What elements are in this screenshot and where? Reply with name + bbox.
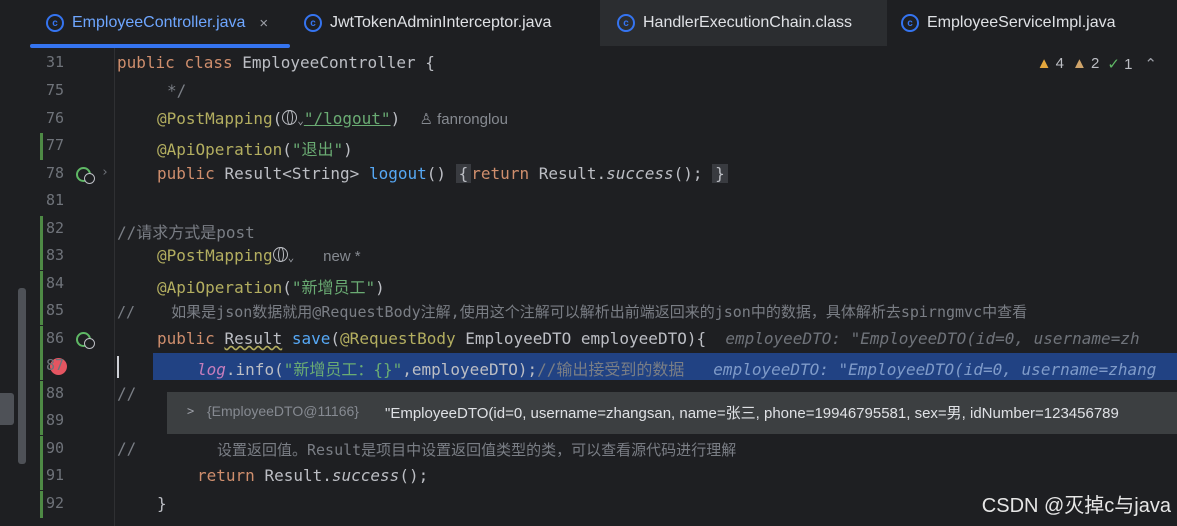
code-comment: //请求方式是post xyxy=(117,223,255,242)
line-number: 83 xyxy=(46,246,65,264)
chevron-right-icon[interactable]: › xyxy=(101,165,109,180)
vcs-change-marker[interactable] xyxy=(40,436,43,463)
code-text: @ApiOperation("新增员工") xyxy=(157,278,385,297)
object-reference: {EmployeeDTO@11166} xyxy=(207,403,359,419)
code-text: public Result<String> logout() {return R… xyxy=(157,164,728,183)
author-icon: ♙ xyxy=(419,111,438,128)
code-line-75[interactable]: 75 */ xyxy=(0,78,1177,105)
line-number: 76 xyxy=(46,109,65,127)
vcs-change-marker[interactable] xyxy=(40,298,43,325)
web-endpoint-icon[interactable] xyxy=(84,173,95,184)
code-text: public Result save(@RequestBody Employee… xyxy=(157,329,1140,348)
code-line-82[interactable]: 82 //请求方式是post xyxy=(0,216,1177,243)
code-text: @PostMapping(⌄"/logout") ♙ fanronglou xyxy=(157,109,508,128)
globe-icon[interactable] xyxy=(272,247,288,262)
debug-value-popup[interactable]: > {EmployeeDTO@11166} "EmployeeDTO(id=0,… xyxy=(167,392,1177,434)
code-comment: // xyxy=(117,384,137,403)
close-icon[interactable]: × xyxy=(259,15,268,32)
line-number: 31 xyxy=(46,53,65,71)
tab-employee-controller[interactable]: c EmployeeController.java × xyxy=(46,0,268,46)
code-comment: // 如果是json数据就用@RequestBody注解,使用这个注解可以解析出… xyxy=(117,303,1028,321)
expand-chevron-icon[interactable]: > xyxy=(187,404,194,418)
line-number: 91 xyxy=(46,466,65,484)
line-number: 75 xyxy=(46,81,65,99)
globe-icon[interactable] xyxy=(282,110,298,125)
author-name: fanronglou xyxy=(437,111,508,128)
vcs-change-marker[interactable] xyxy=(40,216,43,243)
code-line-77[interactable]: 77 @ApiOperation("退出") xyxy=(0,133,1177,160)
vcs-change-marker[interactable] xyxy=(40,491,43,518)
vcs-change-marker[interactable] xyxy=(40,271,43,298)
tab-label: EmployeeServiceImpl.java xyxy=(927,14,1116,31)
tab-label: EmployeeController.java xyxy=(72,14,246,31)
java-class-icon: c xyxy=(617,14,635,32)
line-number: 78 xyxy=(46,164,65,182)
chevron-down-icon[interactable]: ⌄ xyxy=(288,251,295,264)
vcs-change-marker[interactable] xyxy=(40,243,43,270)
code-line-86[interactable]: 86 public Result save(@RequestBody Emplo… xyxy=(0,326,1177,353)
line-number: 92 xyxy=(46,494,65,512)
line-number: 88 xyxy=(46,384,65,402)
vcs-change-marker[interactable] xyxy=(40,353,43,380)
text-caret xyxy=(117,356,119,378)
object-value: "EmployeeDTO(id=0, username=zhangsan, na… xyxy=(385,405,1119,422)
code-line-83[interactable]: 83 @PostMapping ⌄ new * xyxy=(0,243,1177,270)
code-editor[interactable]: ▲ 4 ▲ 2 ✓ 1 ⌃ 31 public class EmployeeCo… xyxy=(0,48,1177,526)
tab-label: JwtTokenAdminInterceptor.java xyxy=(330,14,552,31)
line-number: 87 xyxy=(46,356,65,374)
vcs-change-marker[interactable] xyxy=(40,133,43,160)
vcs-change-marker[interactable] xyxy=(40,381,43,408)
java-class-icon: c xyxy=(901,14,919,32)
line-number: 85 xyxy=(46,301,65,319)
code-text: @PostMapping ⌄ new * xyxy=(157,246,361,265)
code-line-78[interactable]: 78 › public Result<String> logout() {ret… xyxy=(0,161,1177,188)
code-comment-prefix: // xyxy=(117,439,137,458)
tab-employee-service-impl[interactable]: c EmployeeServiceImpl.java xyxy=(901,0,1116,46)
code-text: @ApiOperation("退出") xyxy=(157,140,353,159)
code-line-90[interactable]: 90 // 设置返回值。Result是项目中设置返回值类型的类，可以查看源代码进… xyxy=(0,436,1177,463)
vcs-change-marker[interactable] xyxy=(40,326,43,353)
line-number: 82 xyxy=(46,219,65,237)
code-text: return Result.success(); xyxy=(197,466,429,485)
code-comment: 设置返回值。Result是项目中设置返回值类型的类，可以查看源代码进行理解 xyxy=(217,441,737,459)
debug-inline-value: employeeDTO: "EmployeeDTO(id=0, username… xyxy=(713,360,1157,379)
code-line-85[interactable]: 85 // 如果是json数据就用@RequestBody注解,使用这个注解可以… xyxy=(0,298,1177,325)
line-number: 81 xyxy=(46,191,65,209)
line-number: 86 xyxy=(46,329,65,347)
debug-inline-value: employeeDTO: "EmployeeDTO(id=0, username… xyxy=(725,329,1140,348)
tab-handler-execution-chain[interactable]: c HandlerExecutionChain.class xyxy=(600,0,887,46)
line-number: 84 xyxy=(46,274,65,292)
chevron-down-icon[interactable]: ⌄ xyxy=(297,114,304,127)
watermark: CSDN @灭掉c与java xyxy=(981,495,1171,517)
code-text: log.info("新增员工：{}",employeeDTO);//输出接受到的… xyxy=(197,360,1157,379)
vcs-change-marker[interactable] xyxy=(40,463,43,490)
tab-jwt-token-admin-interceptor[interactable]: c JwtTokenAdminInterceptor.java xyxy=(304,0,551,46)
line-number: 90 xyxy=(46,439,65,457)
code-text: } xyxy=(157,494,167,513)
code-text: */ xyxy=(167,81,187,100)
java-class-icon: c xyxy=(304,14,322,32)
code-line-91[interactable]: 91 return Result.success(); xyxy=(0,463,1177,490)
code-text: public class EmployeeController { xyxy=(117,53,435,72)
new-badge: new * xyxy=(323,248,361,265)
java-class-icon: c xyxy=(46,14,64,32)
web-endpoint-icon[interactable] xyxy=(84,338,95,349)
tab-label: HandlerExecutionChain.class xyxy=(643,14,852,31)
code-line-87-current[interactable]: 87 log.info("新增员工：{}",employeeDTO);//输出接… xyxy=(0,353,1177,380)
code-line-31[interactable]: 31 public class EmployeeController { xyxy=(0,50,1177,77)
line-number: 77 xyxy=(46,136,65,154)
line-number: 89 xyxy=(46,411,65,429)
editor-tab-bar: c EmployeeController.java × c JwtTokenAd… xyxy=(0,0,1177,48)
code-line-81[interactable]: 81 xyxy=(0,188,1177,215)
code-line-76[interactable]: 76 @PostMapping(⌄"/logout") ♙ fanronglou xyxy=(0,106,1177,133)
vcs-change-marker[interactable] xyxy=(40,408,43,435)
code-line-84[interactable]: 84 @ApiOperation("新增员工") xyxy=(0,271,1177,298)
